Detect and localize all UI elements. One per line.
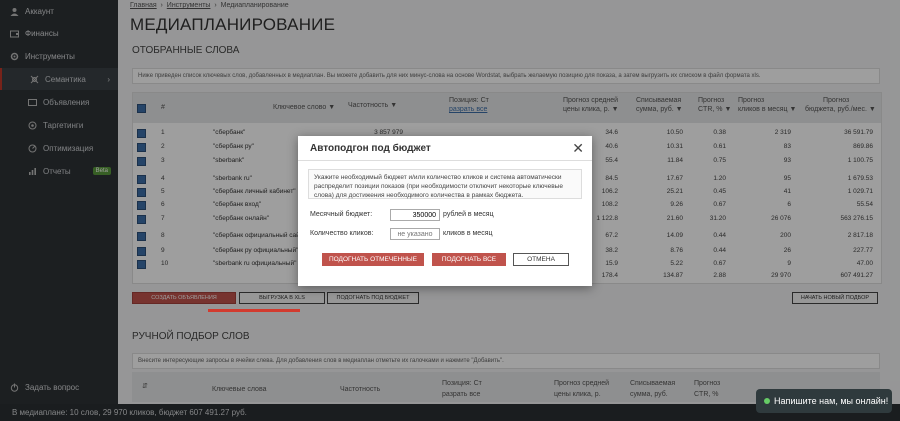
fit-selected-button[interactable]: ПОДОГНАТЬ ОТМЕЧЕННЫЕ (322, 253, 424, 266)
budget-input[interactable] (390, 209, 440, 221)
clicks-input[interactable] (390, 228, 440, 240)
modal-divider (298, 160, 592, 161)
chat-widget[interactable]: Напишите нам, мы онлайн! (756, 389, 892, 413)
fit-all-button[interactable]: ПОДОГНАТЬ ВСЕ (432, 253, 506, 266)
online-dot-icon (764, 398, 770, 404)
chat-label: Напишите нам, мы онлайн! (774, 396, 889, 406)
active-tab-indicator (208, 309, 300, 312)
clicks-label: Количество кликов: (310, 230, 374, 237)
cancel-button[interactable]: ОТМЕНА (513, 253, 569, 266)
modal-title: Автоподгон под бюджет (310, 143, 431, 154)
clicks-suffix: кликов в месяц (443, 230, 493, 237)
close-icon[interactable]: ✕ (572, 140, 584, 157)
budget-suffix: рублей в месяц (443, 211, 494, 218)
budget-fit-modal: Автоподгон под бюджет ✕ Укажите необходи… (298, 136, 592, 286)
budget-label: Месячный бюджет: (310, 211, 373, 218)
modal-description: Укажите необходимый бюджет и/или количес… (308, 169, 582, 199)
